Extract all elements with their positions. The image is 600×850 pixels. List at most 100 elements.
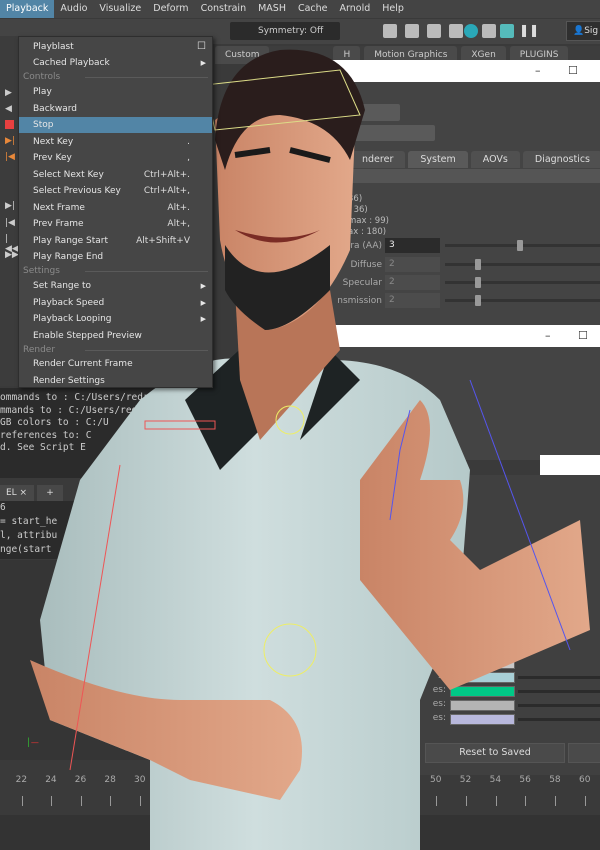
- swatch-slider[interactable]: [518, 718, 600, 721]
- tab-aovs[interactable]: AOVs: [470, 151, 520, 168]
- menu-item-backward[interactable]: Backward: [19, 101, 212, 117]
- menu-item-cached-playback[interactable]: Cached Playback ▶: [19, 55, 212, 71]
- menu-item-next-key[interactable]: Next Key.: [19, 134, 212, 150]
- menu-item-render-settings[interactable]: Render Settings: [19, 373, 212, 389]
- menu-constrain[interactable]: Constrain: [195, 0, 253, 18]
- info-line: ax : 180): [348, 227, 387, 237]
- attribute-panel: [420, 475, 600, 775]
- swatch-slider[interactable]: [518, 690, 600, 693]
- menu-audio[interactable]: Audio: [54, 0, 93, 18]
- transmission-input[interactable]: 2: [385, 293, 440, 308]
- menu-item-playback-speed[interactable]: Playback Speed ▶: [19, 295, 212, 311]
- next-key-icon[interactable]: ▶|: [5, 136, 15, 146]
- menu-item-stop[interactable]: Stop: [19, 117, 212, 133]
- color-swatch[interactable]: :: [443, 657, 515, 669]
- section-header[interactable]: [320, 169, 600, 183]
- tab-system[interactable]: System: [408, 151, 468, 168]
- menu-item-play-range-start[interactable]: Play Range Start Alt+Shift+V: [19, 233, 212, 249]
- camera-aa-input[interactable]: 3: [385, 238, 440, 253]
- timeline-tick-label: 54: [489, 775, 502, 785]
- pause-icon[interactable]: ❚❚: [519, 23, 539, 37]
- menu-bar: Playback Audio Visualize Deform Constrai…: [0, 0, 600, 18]
- stop-icon[interactable]: [5, 120, 14, 129]
- shelf-tab-custom[interactable]: Custom: [215, 46, 270, 64]
- color-swatch[interactable]: es:: [433, 713, 515, 725]
- timeline-tick-label: 22: [15, 775, 28, 785]
- menu-item-playblast[interactable]: Playblast ☐: [19, 39, 212, 55]
- menu-item-playback-looping[interactable]: Playback Looping ▶: [19, 311, 212, 327]
- range-slider[interactable]: [0, 815, 600, 850]
- color-swatch[interactable]: es:: [433, 685, 515, 697]
- menu-item-prev-key[interactable]: Prev Key,: [19, 150, 212, 166]
- timeline-tick: [465, 796, 467, 806]
- diffuse-slider[interactable]: [475, 259, 481, 270]
- tab-diagnostics[interactable]: Diagnostics: [522, 151, 600, 168]
- user-icon: 👤: [573, 26, 585, 36]
- menu-item-render-current-frame[interactable]: Render Current Frame: [19, 356, 212, 372]
- viewport-panel: [0, 560, 230, 760]
- maximize-button[interactable]: ☐: [568, 64, 578, 77]
- timeline-tick-label: 56: [519, 775, 531, 785]
- secondary-button[interactable]: [568, 743, 600, 763]
- menu-item-select-previous-key[interactable]: Select Previous Key Ctrl+Alt+,: [19, 183, 212, 199]
- swatch-slider[interactable]: [518, 704, 600, 707]
- prev-key-icon[interactable]: |◀: [5, 152, 15, 162]
- menu-item-enable-stepped-preview[interactable]: Enable Stepped Preview: [19, 328, 212, 344]
- camera-aa-slider[interactable]: [517, 240, 523, 251]
- renderer-dropdown[interactable]: [350, 125, 435, 141]
- section-render: Render: [23, 343, 212, 357]
- menu-visualize[interactable]: Visualize: [93, 0, 147, 18]
- minimize-button[interactable]: –: [545, 329, 551, 342]
- menu-playback[interactable]: Playback: [0, 0, 55, 18]
- menu-mash[interactable]: MASH: [252, 0, 292, 18]
- menu-item-set-range-to[interactable]: Set Range to ▶: [19, 278, 212, 294]
- color-swatch[interactable]: s:: [438, 671, 515, 683]
- menu-item-select-next-key[interactable]: Select Next Key Ctrl+Alt+.: [19, 167, 212, 183]
- mouth: [235, 230, 320, 243]
- play-icon[interactable]: ▶: [5, 88, 12, 98]
- diffuse-input[interactable]: 2: [385, 257, 440, 272]
- script-input[interactable]: 6 = start_he l, attribu nge(start: [0, 501, 230, 559]
- menu-item-prev-frame[interactable]: Prev Frame Alt+,: [19, 216, 212, 232]
- prev-frame-icon[interactable]: |◀: [5, 218, 15, 228]
- sign-in-button[interactable]: 👤Sig: [566, 21, 600, 41]
- script-output: ommands to : C:/Users/redru/mmands to : …: [0, 388, 230, 478]
- hypershade-icon[interactable]: [482, 24, 496, 38]
- timeline[interactable]: 202224262830505254565860: [0, 775, 600, 815]
- menu-deform[interactable]: Deform: [147, 0, 194, 18]
- render-frame-icon[interactable]: [405, 24, 419, 38]
- render-settings-icon[interactable]: [449, 24, 463, 38]
- swatch-slider[interactable]: [518, 676, 600, 679]
- tab-renderer[interactable]: nderer: [350, 151, 406, 168]
- render-setup-icon[interactable]: [500, 24, 514, 38]
- brows: [234, 147, 331, 163]
- backward-icon[interactable]: ◀: [5, 104, 12, 114]
- transmission-slider[interactable]: [475, 295, 481, 306]
- add-tab-button[interactable]: +: [37, 485, 63, 501]
- reset-to-saved-button[interactable]: Reset to Saved: [425, 743, 565, 763]
- timeline-tick-label: 24: [45, 775, 57, 785]
- specular-slider[interactable]: [475, 277, 481, 288]
- arnold-render-icon[interactable]: [464, 24, 478, 38]
- option-box-icon[interactable]: ☐: [197, 39, 206, 55]
- menu-item-next-frame[interactable]: Next Frame Alt+.: [19, 200, 212, 216]
- ipr-icon[interactable]: [427, 24, 441, 38]
- maximize-button[interactable]: ☐: [578, 329, 588, 342]
- menu-item-play-range-end[interactable]: Play Range End: [19, 249, 212, 265]
- timeline-tick: [495, 796, 497, 806]
- render-view-icon[interactable]: [383, 24, 397, 38]
- specular-input[interactable]: 2: [385, 275, 440, 290]
- tab-mel[interactable]: EL ×: [0, 485, 34, 501]
- color-swatch[interactable]: es:: [433, 699, 515, 711]
- menu-cache[interactable]: Cache: [292, 0, 334, 18]
- timeline-tick: [140, 796, 141, 806]
- menu-help[interactable]: Help: [376, 0, 410, 18]
- next-frame-icon[interactable]: ▶|: [5, 201, 15, 211]
- menu-item-play[interactable]: Play: [19, 84, 212, 100]
- symmetry-dropdown[interactable]: Symmetry: Off: [230, 22, 340, 40]
- preset-dropdown[interactable]: [350, 104, 400, 121]
- info-line: : 36): [348, 205, 368, 215]
- timeline-tick: [51, 796, 53, 806]
- minimize-button[interactable]: –: [535, 64, 541, 77]
- menu-arnold[interactable]: Arnold: [334, 0, 377, 18]
